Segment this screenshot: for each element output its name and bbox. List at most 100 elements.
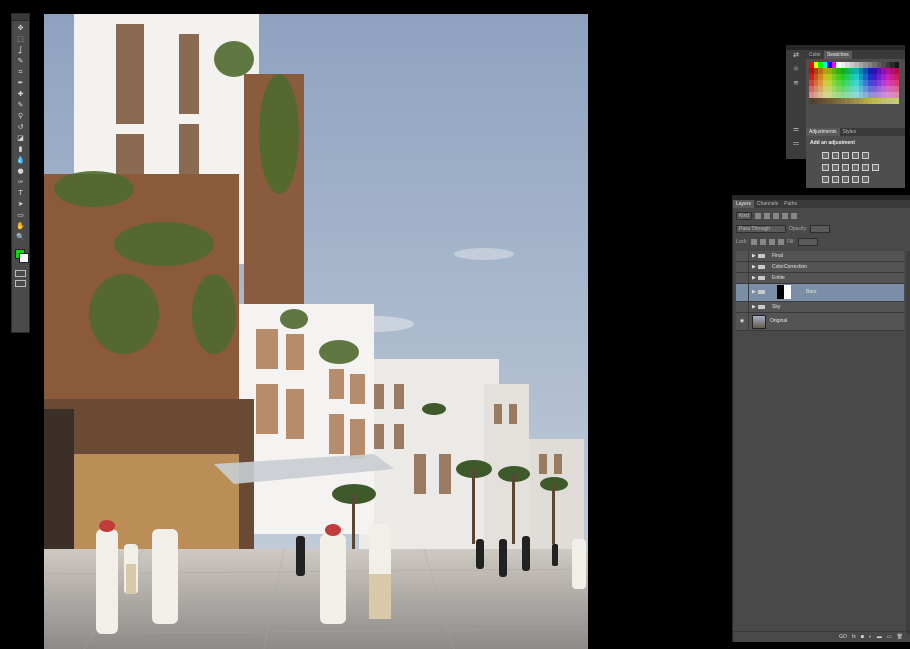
lock-pixels-icon[interactable] [759,239,766,245]
layer-name: Bare [806,289,817,295]
tab-adjustments[interactable]: Adjustments [806,128,840,136]
type-tool-icon[interactable]: T [12,188,29,199]
expand-arrow-icon[interactable]: ▶ [752,302,756,312]
swatch-side-icon-3[interactable]: ≋ [786,79,806,93]
background-color-swatch[interactable] [19,253,29,263]
adj-side-icon-1[interactable]: ⚌ [786,125,806,139]
path-select-tool-icon[interactable]: ➤ [12,199,29,210]
levels-icon[interactable] [832,152,839,159]
layer-filter-select[interactable]: Kind [736,212,753,220]
tab-channels[interactable]: Channels [754,200,781,208]
color-swatches [12,247,29,267]
healing-brush-tool-icon[interactable]: ✚ [12,89,29,100]
pen-tool-icon[interactable]: ✑ [12,177,29,188]
tab-layers[interactable]: Layers [733,200,755,208]
visibility-toggle[interactable] [736,284,749,301]
blur-tool-icon[interactable]: 💧 [12,155,29,166]
layer-row-sky[interactable]: ▶ Sky [736,302,904,313]
eye-icon[interactable]: ◉ [736,313,749,330]
curves-icon[interactable] [842,152,849,159]
clone-stamp-tool-icon[interactable]: ⚲ [12,111,29,122]
gradient-tool-icon[interactable]: ▮ [12,144,29,155]
layers-footer: GO fx ◙ ◐ ▬ ▭ 🗑 [733,631,910,642]
dock-header[interactable] [786,45,905,50]
color-lookup-icon[interactable] [872,164,879,171]
adj-side-icon-2[interactable]: ⚏ [786,139,806,153]
layer-thumbnail [752,315,766,329]
move-tool-icon[interactable]: ✥ [12,23,29,34]
vibrance-icon[interactable] [862,152,869,159]
channel-mixer-icon[interactable] [862,164,869,171]
tab-paths[interactable]: Paths [781,200,800,208]
tab-color[interactable]: Color [806,51,824,59]
new-group-icon[interactable]: ▬ [877,634,882,640]
eraser-tool-icon[interactable]: ◪ [12,133,29,144]
visibility-toggle[interactable] [736,302,749,312]
swatch-side-icon-2[interactable]: ☼ [786,65,806,79]
blend-mode-select[interactable]: Pass Through [736,225,786,233]
dodge-tool-icon[interactable]: ● [12,166,29,177]
hand-tool-icon[interactable]: ✋ [12,221,29,232]
brightness-icon[interactable] [822,152,829,159]
tab-swatches[interactable]: Swatches [823,51,852,59]
lock-position-icon[interactable] [768,239,775,245]
trash-icon[interactable]: 🗑 [897,634,903,640]
new-layer-icon[interactable]: ▭ [887,634,892,640]
filter-pixel-icon[interactable] [755,213,762,219]
link-layers-icon[interactable]: GO [839,634,847,640]
tools-grip[interactable] [12,14,29,21]
photo-filter-icon[interactable] [852,164,859,171]
color-balance-icon[interactable] [832,164,839,171]
layer-row-entite[interactable]: ▶ Entite [736,273,904,284]
shape-tool-icon[interactable]: ▭ [12,210,29,221]
document-canvas[interactable] [44,14,588,649]
layer-mask-thumbnail[interactable] [777,285,791,299]
visibility-toggle[interactable] [736,273,749,283]
posterize-icon[interactable] [832,176,839,183]
layer-row-original[interactable]: ◉ Original [736,313,904,331]
exposure-icon[interactable] [852,152,859,159]
zoom-tool-icon[interactable]: 🔍 [12,232,29,243]
layer-style-icon[interactable]: fx [852,634,856,640]
filter-shape-icon[interactable] [782,213,789,219]
layers-scrollbar[interactable] [906,251,910,634]
crop-tool-icon[interactable]: ⌗ [12,67,29,78]
lasso-tool-icon[interactable]: ʆ [12,45,29,56]
tab-styles[interactable]: Styles [840,128,860,136]
lock-transparency-icon[interactable] [750,239,757,245]
lock-all-icon[interactable] [777,239,784,245]
invert-icon[interactable] [822,176,829,183]
layer-name: Original [770,318,788,324]
filter-adjustment-icon[interactable] [764,213,771,219]
layer-row-bare[interactable]: ▶ Bare [736,284,904,302]
threshold-icon[interactable] [842,176,849,183]
filter-smart-object-icon[interactable] [791,213,798,219]
layer-row-final[interactable]: ▶ Final [736,251,904,262]
opacity-input[interactable] [810,225,831,233]
history-brush-tool-icon[interactable]: ↺ [12,122,29,133]
expand-arrow-icon[interactable]: ▶ [752,284,756,301]
visibility-toggle[interactable] [736,251,749,261]
hue-saturation-icon[interactable] [822,164,829,171]
expand-arrow-icon[interactable]: ▶ [752,251,756,261]
black-white-icon[interactable] [842,164,849,171]
swatch-cell[interactable] [894,98,899,104]
layer-row-colorcorrection[interactable]: ▶ ColorCorrection [736,262,904,273]
screen-mode-button[interactable] [15,280,26,287]
new-adjustment-icon[interactable]: ◐ [869,634,872,640]
filter-type-icon[interactable] [773,213,780,219]
expand-arrow-icon[interactable]: ▶ [752,262,756,272]
marquee-tool-icon[interactable]: ⬚ [12,34,29,45]
fill-input[interactable] [797,238,818,246]
expand-arrow-icon[interactable]: ▶ [752,273,756,283]
selective-color-icon[interactable] [862,176,869,183]
gradient-map-icon[interactable] [852,176,859,183]
brush-tool-icon[interactable]: ✎ [12,100,29,111]
visibility-toggle[interactable] [736,262,749,272]
quick-select-tool-icon[interactable]: ✎ [12,56,29,67]
swatch-grid[interactable] [809,62,899,104]
quick-mask-button[interactable] [15,270,26,277]
eyedropper-tool-icon[interactable]: ✒ [12,78,29,89]
swatch-side-icon-1[interactable]: ⇄ [786,51,806,65]
add-mask-icon[interactable]: ◙ [861,634,864,640]
